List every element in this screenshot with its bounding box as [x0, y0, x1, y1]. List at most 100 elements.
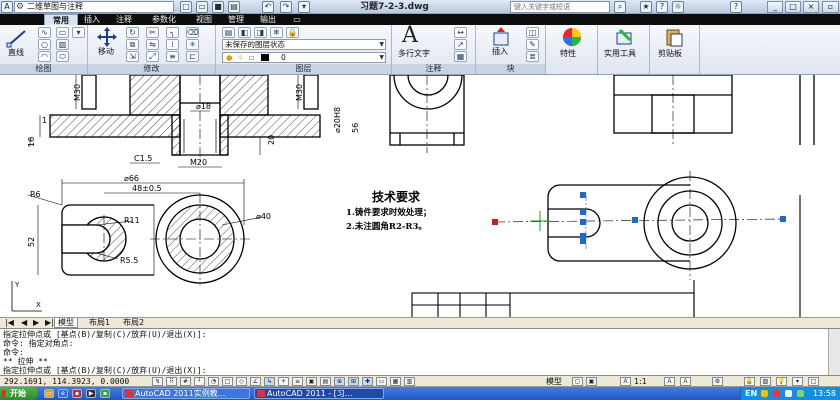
explode-icon[interactable]: ✳	[186, 39, 199, 50]
join-icon[interactable]: ⊏	[186, 51, 199, 62]
utilities-button[interactable]: 实用工具	[604, 49, 636, 59]
polar-icon[interactable]: ◔	[208, 377, 219, 386]
search-input[interactable]: 键入关键字或短语	[510, 1, 610, 13]
draw-panel-label[interactable]: 绘图	[0, 64, 87, 74]
hatch-icon[interactable]: ▨	[56, 39, 69, 50]
folder-icon[interactable]: ▭	[44, 389, 54, 398]
properties-button[interactable]: 特性	[560, 49, 576, 59]
layer-iso-icon[interactable]: ◧	[238, 27, 251, 38]
tab-layout2[interactable]: 布局2	[120, 318, 147, 328]
insert-block-icon[interactable]	[490, 27, 512, 47]
layout-grid-icon[interactable]: ▦	[390, 377, 401, 386]
app-quicklaunch-icon[interactable]: ▪	[72, 389, 82, 398]
tab-manage[interactable]: 管理	[224, 14, 248, 25]
stretch-icon[interactable]: ⇲	[126, 51, 139, 62]
drawing-canvas[interactable]: M30 ⌀18 M30 ⌀20H8 56 20 16 1 C1.5 M20 ⌀6…	[0, 75, 840, 317]
layers-panel-label[interactable]: 图层	[216, 64, 391, 74]
fillet-icon[interactable]: ╮	[166, 27, 179, 38]
status-menu-icon[interactable]: ▾	[792, 377, 803, 386]
edit-block-icon[interactable]: ✎	[526, 39, 539, 50]
clean-screen-icon[interactable]: □	[808, 377, 819, 386]
block-attr-icon[interactable]: ≣	[526, 51, 539, 62]
dyn-icon[interactable]: +	[278, 377, 289, 386]
move-button[interactable]: 移动	[98, 47, 114, 57]
help-dropdown-icon[interactable]: ?	[730, 1, 742, 13]
utilities-icon[interactable]	[614, 27, 634, 47]
clipboard-icon[interactable]	[664, 27, 684, 47]
layer-lock-icon[interactable]: 🔒	[286, 27, 299, 38]
communication-icon[interactable]: ☼	[672, 1, 684, 13]
workspace-switch-icon[interactable]: ⚙	[712, 377, 723, 386]
dyn-input-icon[interactable]: ✚	[362, 377, 373, 386]
quick-view-drawings-icon[interactable]: ▣	[586, 377, 597, 386]
modify-panel-label[interactable]: 修改	[88, 64, 215, 74]
ie-icon[interactable]: e	[58, 389, 68, 398]
sc-icon[interactable]: ⊕	[334, 377, 345, 386]
color-wheel-icon[interactable]	[562, 27, 582, 47]
clipboard-button[interactable]: 剪贴板	[658, 49, 682, 59]
app-menu-icon[interactable]: A	[1, 1, 13, 13]
open-file-icon[interactable]: ▭	[196, 1, 208, 13]
array-icon[interactable]: ⁞	[166, 39, 179, 50]
copy-icon[interactable]: ⧉	[126, 39, 139, 50]
tab-nav-prev-icon[interactable]: ◀	[18, 318, 30, 328]
tray-app-icon[interactable]	[761, 390, 768, 397]
isolate-objects-icon[interactable]: 💡	[776, 377, 787, 386]
redo-icon[interactable]: ↷	[280, 1, 292, 13]
tab-model[interactable]: 模型	[54, 318, 78, 328]
infer-icon[interactable]: ↯	[152, 377, 163, 386]
rotate-icon[interactable]: ↻	[126, 27, 139, 38]
help-icon[interactable]: ?	[656, 1, 668, 13]
ortho-icon[interactable]: ┘	[194, 377, 205, 386]
line-button[interactable]: 直线	[8, 48, 24, 58]
layer-properties-icon[interactable]: ▤	[222, 27, 235, 38]
table-icon[interactable]: ▦	[454, 51, 467, 62]
annotation-visibility-icon[interactable]: ▥	[404, 377, 415, 386]
mtext-button[interactable]: 多行文字	[398, 49, 430, 59]
rectangle-icon[interactable]: ▭	[56, 27, 69, 38]
media-icon[interactable]: ▶	[86, 389, 96, 398]
tray-volume-icon[interactable]	[797, 390, 804, 397]
tab-nav-next-icon[interactable]: ▶	[30, 318, 42, 328]
desktop-icon[interactable]: ▪	[100, 389, 110, 398]
osnap-icon[interactable]: □	[222, 377, 233, 386]
3d-osnap-icon[interactable]: ◇	[236, 377, 247, 386]
erase-icon[interactable]: ⌫	[186, 27, 199, 38]
tab-home[interactable]: 常用	[44, 14, 78, 25]
annotation-scale-icon[interactable]: Ａ	[620, 377, 631, 386]
otrack-icon[interactable]: ∠	[250, 377, 261, 386]
lineweight-icon[interactable]: ≡	[292, 377, 303, 386]
snap-icon[interactable]: ⠿	[166, 377, 177, 386]
quick-view-layouts-icon[interactable]: ▢	[572, 377, 583, 386]
clock[interactable]: 13:58	[813, 387, 836, 400]
search-icon[interactable]: ⌕	[614, 1, 626, 13]
tab-annotate[interactable]: 注释	[112, 14, 136, 25]
create-block-icon[interactable]: ◫	[526, 27, 539, 38]
annotation-panel-label[interactable]: 注释	[392, 64, 475, 74]
mirror-icon[interactable]: ⇋	[146, 39, 159, 50]
maximize-button[interactable]: □	[785, 1, 801, 13]
more-draw-icon[interactable]: ▾	[72, 27, 85, 38]
block-panel-label[interactable]: 块	[476, 64, 545, 74]
move-icon[interactable]	[96, 27, 118, 47]
tab-parametric[interactable]: 参数化	[144, 14, 184, 25]
mtext-icon[interactable]: A	[402, 25, 418, 47]
save-icon[interactable]: ■	[212, 1, 224, 13]
command-scrollbar[interactable]	[828, 329, 840, 375]
close-button[interactable]: ×	[803, 1, 819, 13]
tab-nav-first-icon[interactable]: |◀	[2, 318, 17, 328]
annotation-visibility-toggle-icon[interactable]: Ａ	[664, 377, 675, 386]
print-icon[interactable]: ▤	[228, 1, 240, 13]
command-window[interactable]: 指定拉伸点或 [基点(B)/复制(C)/放弃(U)/退出(X)]: 命令: 指定…	[0, 328, 840, 376]
selection-cycle-icon[interactable]: ⊞	[348, 377, 359, 386]
grid-icon[interactable]: #	[180, 377, 191, 386]
arc-icon[interactable]: ◠	[38, 51, 51, 62]
auto-scale-icon[interactable]: Ａ	[680, 377, 691, 386]
workspace-combo[interactable]: ⚙ 二维草图与注释	[14, 1, 174, 13]
line-icon[interactable]	[6, 28, 28, 48]
right-plan-view[interactable]	[494, 171, 784, 280]
model-space-label[interactable]: 模型	[546, 376, 562, 387]
qp-icon[interactable]: ▤	[320, 377, 331, 386]
model-space-icon[interactable]: ▭	[376, 377, 387, 386]
command-prompt-line[interactable]: 指定拉伸点或 [基点(B)/复制(C)/放弃(U)/退出(X)]:	[3, 366, 823, 375]
